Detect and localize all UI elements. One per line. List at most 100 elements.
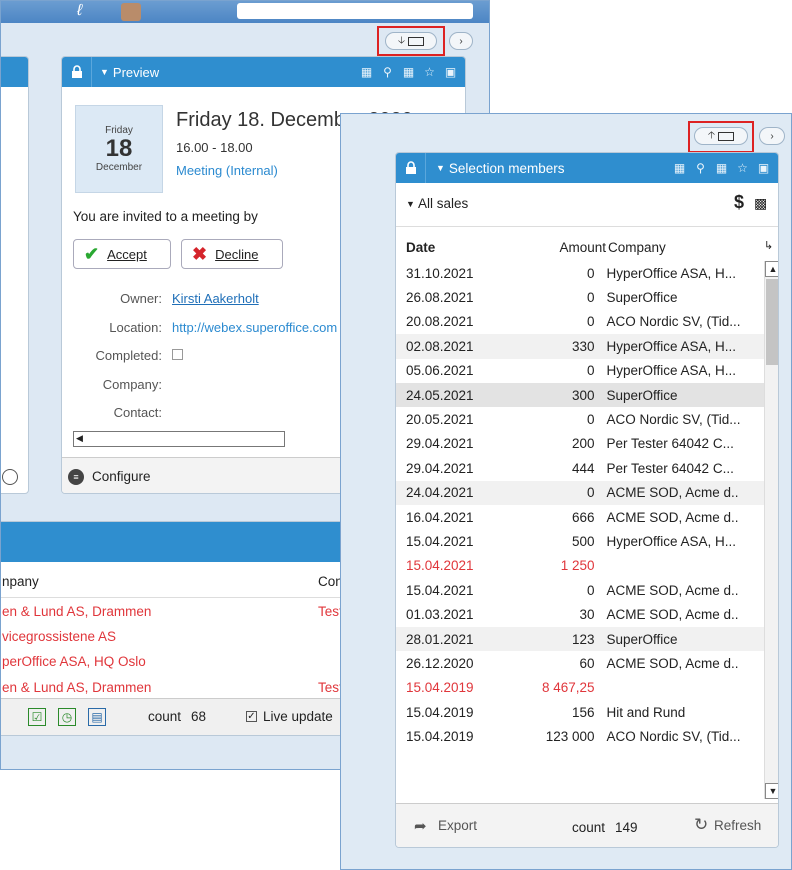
star-icon[interactable]: ☆ xyxy=(421,64,438,81)
table-row[interactable]: 15.04.2019 156 Hit and Rund xyxy=(396,700,764,724)
company-cell[interactable]: ACO Nordic SV, (Tid... xyxy=(605,407,765,431)
company-cell[interactable]: Hit and Rund xyxy=(605,700,765,724)
configure-button[interactable]: Configure xyxy=(92,469,151,484)
table-row[interactable]: 15.04.2021 500 HyperOffice ASA, H... xyxy=(396,529,764,553)
amount-cell[interactable]: 500 xyxy=(515,529,604,553)
magnify-icon[interactable]: ⚲ xyxy=(379,64,396,81)
date-cell[interactable]: 15.04.2021 xyxy=(396,578,515,602)
export-icon[interactable]: ➦ xyxy=(414,817,427,835)
amount-cell[interactable]: 200 xyxy=(515,432,604,456)
location-link[interactable]: http://webex.superoffice.com xyxy=(172,320,337,335)
date-cell[interactable]: 20.08.2021 xyxy=(396,310,515,334)
company-cell[interactable]: Per Tester 64042 C... xyxy=(605,432,765,456)
table-row[interactable]: 15.04.2019 8 467,25 xyxy=(396,676,764,700)
completed-checkbox[interactable] xyxy=(172,349,183,360)
avatar[interactable] xyxy=(121,3,141,21)
company-cell[interactable]: SuperOffice xyxy=(605,285,765,309)
amount-cell[interactable]: 1 250 xyxy=(515,554,604,578)
date-cell[interactable]: 15.04.2019 xyxy=(396,724,515,748)
expand-icon[interactable] xyxy=(2,469,18,485)
column-chooser-icon[interactable]: ↳ xyxy=(764,239,773,252)
calendar-day-icon[interactable]: ▣ xyxy=(755,160,772,177)
table-row[interactable]: 26.12.2020 60 ACME SOD, Acme d.. xyxy=(396,651,764,675)
amount-cell[interactable]: 0 xyxy=(515,285,604,309)
appointment-type[interactable]: Meeting (Internal) xyxy=(176,163,278,178)
table-row[interactable]: 15.04.2021 0 ACME SOD, Acme d.. xyxy=(396,578,764,602)
date-cell[interactable]: 24.04.2021 xyxy=(396,481,515,505)
amount-cell[interactable]: 0 xyxy=(515,578,604,602)
date-cell[interactable]: 24.05.2021 xyxy=(396,383,515,407)
company-cell[interactable]: ACME SOD, Acme d.. xyxy=(605,578,765,602)
company-cell[interactable] xyxy=(605,676,765,700)
filter-dropdown[interactable]: All sales xyxy=(418,196,468,211)
date-cell[interactable]: 29.04.2021 xyxy=(396,456,515,480)
table-row[interactable]: 20.08.2021 0 ACO Nordic SV, (Tid... xyxy=(396,310,764,334)
decline-button[interactable]: ✖ Decline xyxy=(181,239,283,269)
date-cell[interactable]: 15.04.2019 xyxy=(396,676,515,700)
company-cell[interactable]: ACO Nordic SV, (Tid... xyxy=(605,310,765,334)
horizontal-scrollbar[interactable]: ◀ xyxy=(73,431,285,447)
company-cell[interactable]: HyperOffice ASA, H... xyxy=(605,529,765,553)
date-cell[interactable]: 02.08.2021 xyxy=(396,334,515,358)
list-item[interactable]: vicegrossistene AS xyxy=(2,629,116,644)
company-cell[interactable]: ACME SOD, Acme d.. xyxy=(605,481,765,505)
amount-cell[interactable]: 156 xyxy=(515,700,604,724)
date-cell[interactable]: 16.04.2021 xyxy=(396,505,515,529)
calendar-grid-icon[interactable]: ▦ xyxy=(400,64,417,81)
magnify-icon[interactable]: ⚲ xyxy=(692,160,709,177)
lock-icon[interactable] xyxy=(62,57,92,87)
table-row[interactable]: 28.01.2021 123 SuperOffice xyxy=(396,626,765,652)
bar-chart-icon[interactable]: ▩ xyxy=(754,195,767,212)
vertical-scrollbar[interactable]: ▲ ▼ xyxy=(764,261,778,799)
amount-cell[interactable]: 0 xyxy=(515,261,604,285)
date-cell[interactable]: 20.05.2021 xyxy=(396,407,515,431)
dock-up-button[interactable]: 🡡 xyxy=(694,127,748,145)
date-cell[interactable]: 05.06.2021 xyxy=(396,359,515,383)
amount-cell[interactable]: 444 xyxy=(515,456,604,480)
date-cell[interactable]: 15.04.2021 xyxy=(396,554,515,578)
calendar-grid-icon[interactable]: ▦ xyxy=(713,160,730,177)
amount-cell[interactable]: 60 xyxy=(515,651,604,675)
table-row[interactable]: 29.04.2021 444 Per Tester 64042 C... xyxy=(396,456,764,480)
amount-cell[interactable]: 123 000 xyxy=(515,724,604,748)
lock-icon[interactable] xyxy=(396,153,426,183)
refresh-button[interactable]: Refresh xyxy=(714,818,761,833)
search-input[interactable] xyxy=(237,3,473,19)
company-cell[interactable]: ACME SOD, Acme d.. xyxy=(605,651,765,675)
table-row[interactable]: 16.04.2021 666 ACME SOD, Acme d.. xyxy=(396,505,764,529)
contact-card-icon[interactable]: ▦ xyxy=(671,160,688,177)
table-row[interactable]: 15.04.2019 123 000 ACO Nordic SV, (Tid... xyxy=(396,724,764,748)
date-column-header[interactable]: Date xyxy=(406,240,435,255)
table-row[interactable]: 31.10.2021 0 HyperOffice ASA, H... xyxy=(396,261,764,285)
caret-down-icon[interactable]: ▼ xyxy=(436,163,445,173)
amount-cell[interactable]: 330 xyxy=(515,334,604,358)
date-cell[interactable]: 01.03.2021 xyxy=(396,602,515,626)
configure-icon[interactable]: ≡ xyxy=(68,469,84,485)
live-update-label[interactable]: Live update xyxy=(263,709,333,724)
date-cell[interactable]: 28.01.2021 xyxy=(396,627,515,651)
company-cell[interactable]: Per Tester 64042 C... xyxy=(605,456,765,480)
task-check-icon[interactable]: ☑ xyxy=(28,708,46,726)
amount-cell[interactable]: 0 xyxy=(515,481,604,505)
scrollbar-thumb[interactable] xyxy=(766,279,778,365)
date-cell[interactable]: 15.04.2019 xyxy=(396,700,515,724)
table-row[interactable]: 24.05.2021 300 SuperOffice xyxy=(396,382,764,408)
document-icon[interactable]: ▤ xyxy=(88,708,106,726)
filter-caret-icon[interactable]: ▼ xyxy=(406,199,415,209)
live-update-checkbox[interactable]: ✓ xyxy=(246,711,257,722)
amount-cell[interactable]: 8 467,25 xyxy=(515,676,604,700)
currency-icon[interactable]: $ xyxy=(734,192,744,213)
preview-title[interactable]: Preview xyxy=(113,65,159,80)
owner-link[interactable]: Kirsti Aakerholt xyxy=(172,291,259,306)
star-icon[interactable]: ☆ xyxy=(734,160,751,177)
scroll-up-icon[interactable]: ▲ xyxy=(765,261,778,277)
table-row[interactable]: 24.04.2021 0 ACME SOD, Acme d.. xyxy=(396,480,765,505)
company-cell[interactable]: SuperOffice xyxy=(605,627,765,651)
date-cell[interactable]: 26.12.2020 xyxy=(396,651,515,675)
company-column-header[interactable]: npany xyxy=(2,574,39,589)
accept-button[interactable]: ✔ Accept xyxy=(73,239,171,269)
clock-icon[interactable]: ◷ xyxy=(58,708,76,726)
table-row[interactable]: 20.05.2021 0 ACO Nordic SV, (Tid... xyxy=(396,407,764,431)
amount-column-header[interactable]: Amount xyxy=(546,240,606,255)
amount-cell[interactable]: 0 xyxy=(515,310,604,334)
